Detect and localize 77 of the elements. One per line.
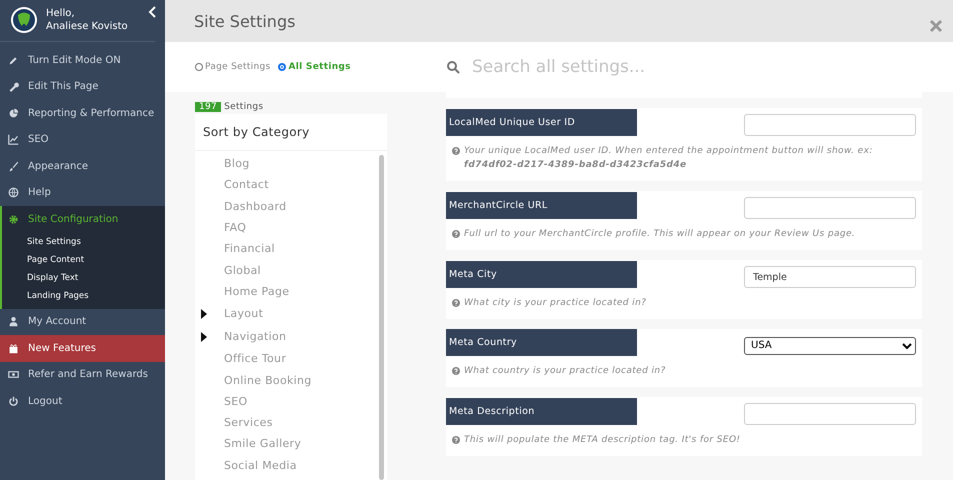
sidebar-item[interactable]: Help bbox=[0, 180, 165, 206]
globe-icon bbox=[8, 187, 19, 198]
category-item[interactable]: Smile Gallery bbox=[224, 437, 302, 450]
sidebar-item[interactable]: Edit This Page bbox=[0, 74, 165, 100]
close-icon[interactable] bbox=[929, 19, 943, 33]
category-item[interactable]: Online Booking bbox=[224, 374, 312, 387]
submenu-item[interactable]: Site Settings bbox=[27, 232, 165, 250]
help-text: What country is your practice located in? bbox=[464, 365, 666, 378]
sidebar-item[interactable]: Site Configuration bbox=[0, 206, 165, 232]
help-icon bbox=[452, 147, 460, 155]
sidebar-item[interactable]: Turn Edit Mode ON bbox=[0, 47, 165, 74]
pie-chart-icon bbox=[8, 108, 19, 119]
category-item[interactable]: Global bbox=[224, 264, 261, 277]
gift-icon bbox=[8, 342, 19, 354]
category-item[interactable]: Home Page bbox=[224, 284, 290, 298]
sidebar-item[interactable]: New Features bbox=[0, 335, 165, 362]
category-item[interactable]: Office Tour bbox=[224, 352, 286, 366]
scrollbar[interactable] bbox=[379, 155, 384, 480]
scope-radio[interactable]: Page Settings bbox=[195, 62, 270, 72]
input-field[interactable] bbox=[744, 114, 916, 136]
sidebar-item[interactable]: My Account bbox=[0, 308, 165, 335]
input-field[interactable] bbox=[744, 403, 916, 425]
brush-icon bbox=[8, 160, 19, 172]
gear-icon bbox=[8, 214, 19, 225]
help-text: Full url to your MerchantCircle profile. This will appear on your Review Us page. bbox=[464, 228, 856, 241]
sidebar-item[interactable]: Logout bbox=[0, 388, 165, 414]
power-icon bbox=[8, 396, 19, 407]
count-badge: 197 bbox=[195, 102, 222, 112]
help-icon bbox=[452, 367, 460, 375]
sidebar-item[interactable]: Reporting & Performance bbox=[0, 100, 165, 126]
wrench-icon bbox=[8, 81, 19, 92]
submenu-item[interactable]: Landing Pages bbox=[27, 286, 165, 304]
collapse-icon[interactable] bbox=[147, 6, 157, 18]
help-icon bbox=[452, 230, 460, 238]
setting-label: Meta City bbox=[446, 260, 637, 288]
input-field[interactable] bbox=[744, 197, 916, 219]
category-item[interactable]: FAQ bbox=[224, 221, 246, 234]
count-label: Settings bbox=[224, 102, 264, 112]
help-text: This will populate the META description tag. It's for SEO! bbox=[464, 434, 740, 447]
category-item[interactable]: Blog bbox=[224, 157, 250, 170]
help-icon bbox=[452, 299, 460, 307]
line-chart-icon bbox=[8, 134, 19, 146]
sidebar-item[interactable]: SEO bbox=[0, 126, 165, 153]
setting-label: Meta Country bbox=[446, 329, 637, 356]
category-item[interactable]: Social Media bbox=[224, 458, 297, 472]
setting-label: Meta Description bbox=[446, 398, 637, 424]
greeting: Hello, bbox=[46, 7, 76, 20]
category-item[interactable]: Financial bbox=[224, 242, 275, 256]
sidebar-item[interactable]: Appearance bbox=[0, 153, 165, 180]
help-text: Your unique LocalMed user ID. When entered the appointment button will show. ex: fd74df02-d217-4389-ba8d-d3423cfa5d4e bbox=[464, 145, 874, 172]
sidebar-item[interactable]: Refer and Earn Rewards bbox=[0, 362, 165, 388]
money-icon bbox=[8, 369, 19, 380]
category-item[interactable]: Navigation bbox=[224, 330, 286, 344]
setting-label: MerchantCircle URL bbox=[446, 192, 637, 218]
user-icon bbox=[8, 316, 19, 328]
submenu-item[interactable]: Page Content bbox=[27, 250, 165, 268]
panel-title: Sort by Category bbox=[195, 114, 387, 151]
submenu-item[interactable]: Display Text bbox=[27, 268, 165, 286]
setting-label: LocalMed Unique User ID bbox=[446, 108, 637, 136]
category-item[interactable]: Services bbox=[224, 416, 273, 430]
pencil-icon bbox=[8, 54, 19, 66]
help-text: What city is your practice located in? bbox=[464, 297, 646, 310]
expand-arrow-icon[interactable] bbox=[201, 332, 207, 342]
category-item[interactable]: SEO bbox=[224, 394, 248, 408]
category-item[interactable]: Contact bbox=[224, 178, 269, 192]
window-title: Site Settings bbox=[194, 12, 296, 30]
logo-icon bbox=[10, 6, 38, 34]
category-item[interactable]: Layout bbox=[224, 307, 264, 320]
user-name: Analiese Kovisto bbox=[46, 20, 128, 33]
expand-arrow-icon[interactable] bbox=[201, 308, 207, 319]
input-field[interactable]: Temple bbox=[744, 266, 916, 288]
category-item[interactable]: Dashboard bbox=[224, 200, 286, 213]
dropdown[interactable]: USA bbox=[744, 336, 916, 354]
search-icon bbox=[446, 60, 460, 74]
scope-radio[interactable]: All Settings bbox=[278, 62, 351, 72]
search-field[interactable]: Search all settings... bbox=[470, 56, 953, 78]
help-icon bbox=[452, 436, 460, 444]
